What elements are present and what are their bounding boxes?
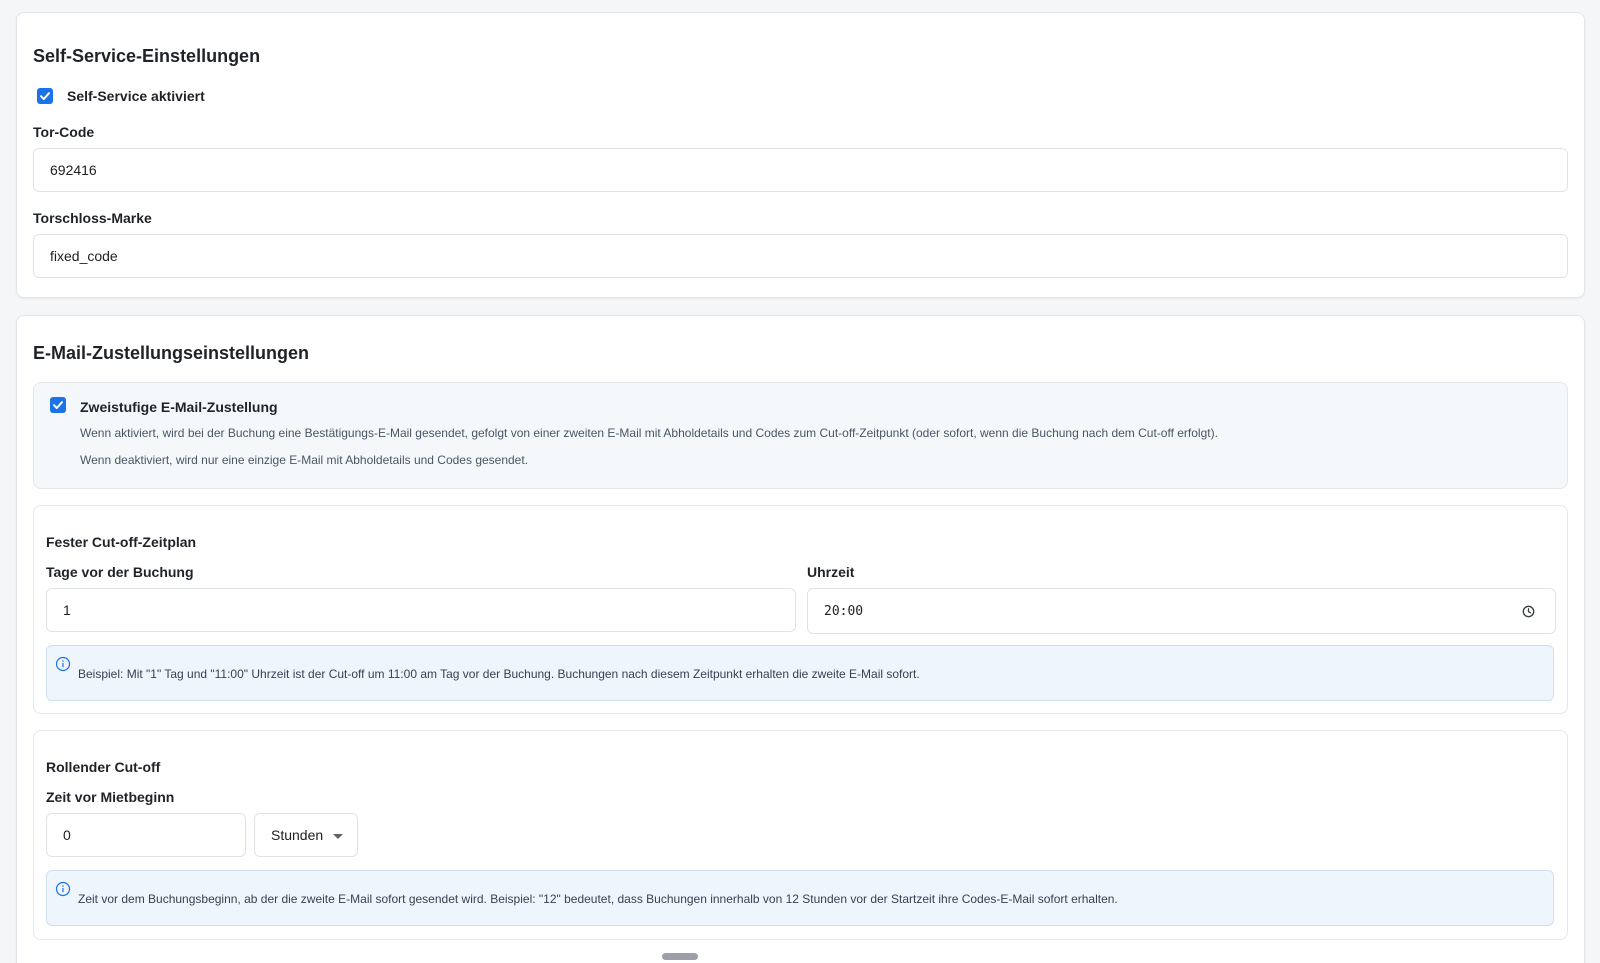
- time-label: Uhrzeit: [807, 564, 855, 580]
- time-unit-select[interactable]: Stunden: [254, 813, 358, 857]
- info-icon: [55, 656, 71, 672]
- gate-code-input[interactable]: 692416: [33, 148, 1568, 192]
- two-step-checkbox[interactable]: [50, 397, 66, 413]
- rolling-cutoff-info-text: Zeit vor dem Buchungsbeginn, ab der die …: [78, 892, 1118, 906]
- resize-handle[interactable]: [662, 953, 698, 960]
- chevron-down-icon: [333, 834, 343, 839]
- days-before-label: Tage vor der Buchung: [46, 564, 194, 580]
- self-service-enabled-label[interactable]: Self-Service aktiviert: [67, 88, 205, 104]
- check-icon: [40, 92, 50, 100]
- fixed-cutoff-info-text: Beispiel: Mit "1" Tag und "11:00" Uhrzei…: [78, 667, 920, 681]
- time-before-amount-input[interactable]: 0: [46, 813, 246, 857]
- days-before-input[interactable]: 1: [46, 588, 796, 632]
- fixed-cutoff-panel: Fester Cut-off-Zeitplan Tage vor der Buc…: [33, 505, 1568, 714]
- time-unit-value: Stunden: [271, 827, 324, 843]
- email-delivery-title: E-Mail-Zustellungseinstellungen: [33, 343, 310, 363]
- info-icon: [55, 881, 71, 897]
- check-icon: [53, 401, 63, 409]
- gate-code-label: Tor-Code: [33, 124, 95, 140]
- self-service-card: Self-Service-Einstellungen Self-Service …: [16, 12, 1585, 298]
- two-step-label[interactable]: Zweistufige E-Mail-Zustellung: [80, 399, 278, 415]
- clock-icon[interactable]: [1522, 605, 1535, 618]
- two-step-desc-enabled: Wenn aktiviert, wird bei der Buchung ein…: [80, 426, 1218, 440]
- lock-brand-input[interactable]: fixed_code: [33, 234, 1568, 278]
- self-service-checkbox[interactable]: [37, 88, 53, 104]
- two-step-panel: Zweistufige E-Mail-Zustellung Wenn aktiv…: [33, 382, 1568, 489]
- rolling-cutoff-panel: Rollender Cut-off Zeit vor Mietbeginn 0 …: [33, 730, 1568, 940]
- time-before-rental-label: Zeit vor Mietbeginn: [46, 789, 175, 805]
- two-step-desc-disabled: Wenn deaktiviert, wird nur eine einzige …: [80, 453, 529, 467]
- time-input[interactable]: 20:00: [807, 588, 1556, 634]
- fixed-cutoff-info: Beispiel: Mit "1" Tag und "11:00" Uhrzei…: [46, 645, 1554, 701]
- email-delivery-card: E-Mail-Zustellungseinstellungen Zweistuf…: [16, 315, 1585, 963]
- fixed-cutoff-title: Fester Cut-off-Zeitplan: [46, 534, 197, 550]
- time-value: 20:00: [824, 603, 864, 619]
- rolling-cutoff-info: Zeit vor dem Buchungsbeginn, ab der die …: [46, 870, 1554, 926]
- self-service-title: Self-Service-Einstellungen: [33, 46, 261, 66]
- lock-brand-label: Torschloss-Marke: [33, 210, 152, 226]
- rolling-cutoff-title: Rollender Cut-off: [46, 759, 161, 775]
